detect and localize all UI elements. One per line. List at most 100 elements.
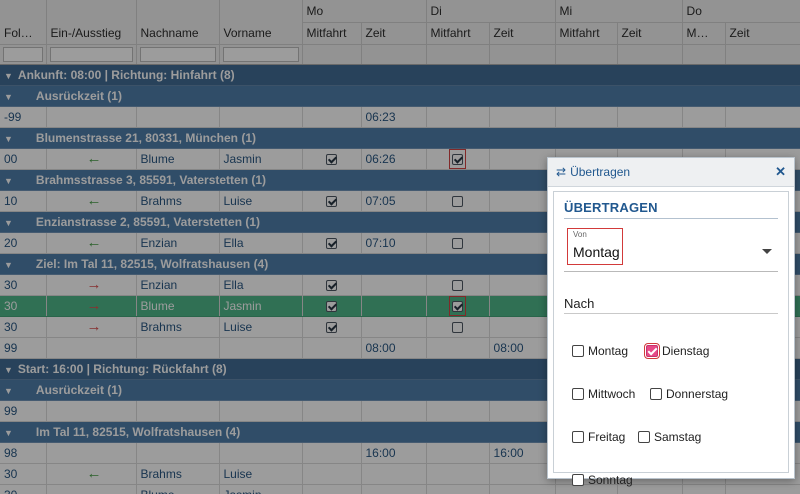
di-mitfahrt-checkbox[interactable]: [452, 300, 464, 312]
cell-di-zeit: [489, 106, 556, 128]
di-mitfahrt-checkbox[interactable]: [452, 321, 464, 333]
filter-cell: [489, 44, 556, 65]
di-mitfahrt-checkbox[interactable]: [452, 237, 464, 249]
mo-mitfahrt-checkbox[interactable]: [326, 153, 337, 165]
checkbox-box[interactable]: [572, 388, 584, 400]
collapse-triangle-icon[interactable]: ▼: [4, 365, 13, 375]
mo-mitfahrt-checkbox[interactable]: [326, 279, 337, 291]
day-header-mo: Mo: [302, 0, 427, 23]
table-row[interactable]: -99 06:23: [0, 106, 800, 128]
arrow-right-icon: →: [86, 276, 102, 293]
collapse-triangle-icon[interactable]: ▼: [4, 71, 13, 81]
arrow-left-icon: ←: [86, 192, 102, 209]
cell-ein-ausstieg: →: [46, 316, 137, 338]
cell-folge: 99: [0, 337, 47, 359]
cell-mo-zeit: 06:26: [361, 148, 427, 170]
checkbox-label: Donnerstag: [666, 387, 729, 401]
checkbox-donnerstag[interactable]: Donnerstag: [650, 387, 728, 401]
cell-nachname: Enzian: [136, 232, 220, 254]
checkbox-box[interactable]: [572, 474, 584, 486]
checkbox-box[interactable]: [572, 431, 584, 443]
cell-di-mitfahrt: [426, 463, 490, 485]
checkbox-dienstag[interactable]: Dienstag: [644, 343, 709, 359]
arrow-left-icon: ←: [86, 234, 102, 251]
cell-vorname: [219, 337, 303, 359]
column-header-do-zeit[interactable]: Zeit: [725, 22, 800, 45]
column-header-di-mitfahrt[interactable]: Mitfahrt: [426, 22, 490, 45]
table-row[interactable]: 30 ← Blume Jasmin: [0, 484, 800, 494]
cell-ein-ausstieg: [46, 400, 137, 422]
cell-do-zeit: [725, 106, 800, 128]
transfer-dialog: ⇄ Übertragen ✕ ÜBERTRAGEN Von Montag Nac…: [547, 157, 795, 487]
cell-mo-zeit: [361, 463, 427, 485]
checkbox-box[interactable]: [644, 343, 660, 359]
mo-mitfahrt-checkbox[interactable]: [326, 300, 337, 312]
mo-mitfahrt-checkbox[interactable]: [326, 321, 337, 333]
filter-vorname-input[interactable]: [222, 46, 299, 62]
di-mitfahrt-checkbox[interactable]: [452, 153, 464, 165]
column-header-di-zeit[interactable]: Zeit: [489, 22, 556, 45]
group-row[interactable]: ▼ Blumenstrasse 21, 80331, München (1): [0, 127, 800, 149]
header-blank: [0, 0, 47, 22]
collapse-triangle-icon[interactable]: ▼: [4, 134, 13, 144]
close-icon[interactable]: ✕: [775, 164, 786, 180]
cell-vorname: Luise: [219, 316, 303, 338]
cell-di-zeit: [489, 316, 556, 338]
nach-label: Nach: [564, 296, 778, 314]
collapse-triangle-icon[interactable]: ▼: [4, 260, 13, 270]
cell-folge: 20: [0, 232, 47, 254]
column-header-mi-mitfahrt[interactable]: Mitfahrt: [555, 22, 618, 45]
cell-nachname: [136, 442, 220, 464]
checkbox-sonntag[interactable]: Sonntag: [572, 473, 633, 487]
column-header-vorname[interactable]: Vorname: [219, 22, 303, 45]
column-header-ein-ausstieg[interactable]: Ein-/Ausstieg: [46, 22, 137, 45]
cell-mo-zeit: 08:00: [361, 337, 427, 359]
cell-folge: 98: [0, 442, 47, 464]
collapse-triangle-icon[interactable]: ▼: [4, 428, 13, 438]
di-mitfahrt-checkbox[interactable]: [452, 279, 464, 291]
checkbox-samstag[interactable]: Samstag: [638, 430, 701, 444]
cell-mo-zeit: 16:00: [361, 442, 427, 464]
day-header-di: Di: [426, 0, 556, 23]
checkbox-mittwoch[interactable]: Mittwoch: [572, 387, 635, 401]
checkbox-box[interactable]: [572, 345, 584, 357]
collapse-triangle-icon[interactable]: ▼: [4, 176, 13, 186]
mo-mitfahrt-checkbox[interactable]: [326, 195, 337, 207]
column-header-mo-zeit[interactable]: Zeit: [361, 22, 427, 45]
filter-folge-input[interactable]: [3, 46, 43, 62]
cell-ein-ausstieg: ←: [46, 148, 137, 170]
filter-ein-ausstieg-input[interactable]: [49, 46, 133, 62]
group-row[interactable]: ▼ Ankunft: 08:00 | Richtung: Hinfahrt (8): [0, 64, 800, 86]
chevron-down-icon[interactable]: [762, 249, 772, 254]
collapse-triangle-icon[interactable]: ▼: [4, 386, 13, 396]
checkbox-label: Mittwoch: [588, 387, 636, 401]
von-select[interactable]: Von Montag: [564, 228, 778, 272]
checkbox-montag[interactable]: Montag: [572, 344, 628, 358]
checkbox-box[interactable]: [638, 431, 650, 443]
cell-di-zeit: [489, 274, 556, 296]
column-header-mi-zeit[interactable]: Zeit: [617, 22, 683, 45]
checkbox-freitag[interactable]: Freitag: [572, 430, 625, 444]
von-value: Montag: [573, 244, 620, 260]
filter-nachname-input[interactable]: [139, 46, 216, 62]
checkbox-box[interactable]: [650, 388, 662, 400]
group-row[interactable]: ▼ Ausrückzeit (1): [0, 85, 800, 107]
cell-folge: 30: [0, 463, 47, 485]
column-header-folge[interactable]: Fol…: [0, 22, 47, 45]
filter-cell: [725, 44, 800, 65]
collapse-triangle-icon[interactable]: ▼: [4, 218, 13, 228]
checkbox-label: Sonntag: [588, 473, 633, 487]
filter-cell: [555, 44, 618, 65]
cell-di-mitfahrt: [426, 400, 490, 422]
column-header-do-mitfahrt[interactable]: M…: [682, 22, 726, 45]
column-header-nachname[interactable]: Nachname: [136, 22, 220, 45]
cell-vorname: Luise: [219, 190, 303, 212]
day-header-do: Do: [682, 0, 800, 23]
mo-mitfahrt-checkbox[interactable]: [326, 237, 337, 249]
cell-di-zeit: [489, 484, 556, 494]
arrow-left-icon: ←: [86, 465, 102, 482]
column-header-mo-mitfahrt[interactable]: Mitfahrt: [302, 22, 362, 45]
di-mitfahrt-checkbox[interactable]: [452, 195, 464, 207]
cell-folge: 30: [0, 316, 47, 338]
collapse-triangle-icon[interactable]: ▼: [4, 92, 13, 102]
